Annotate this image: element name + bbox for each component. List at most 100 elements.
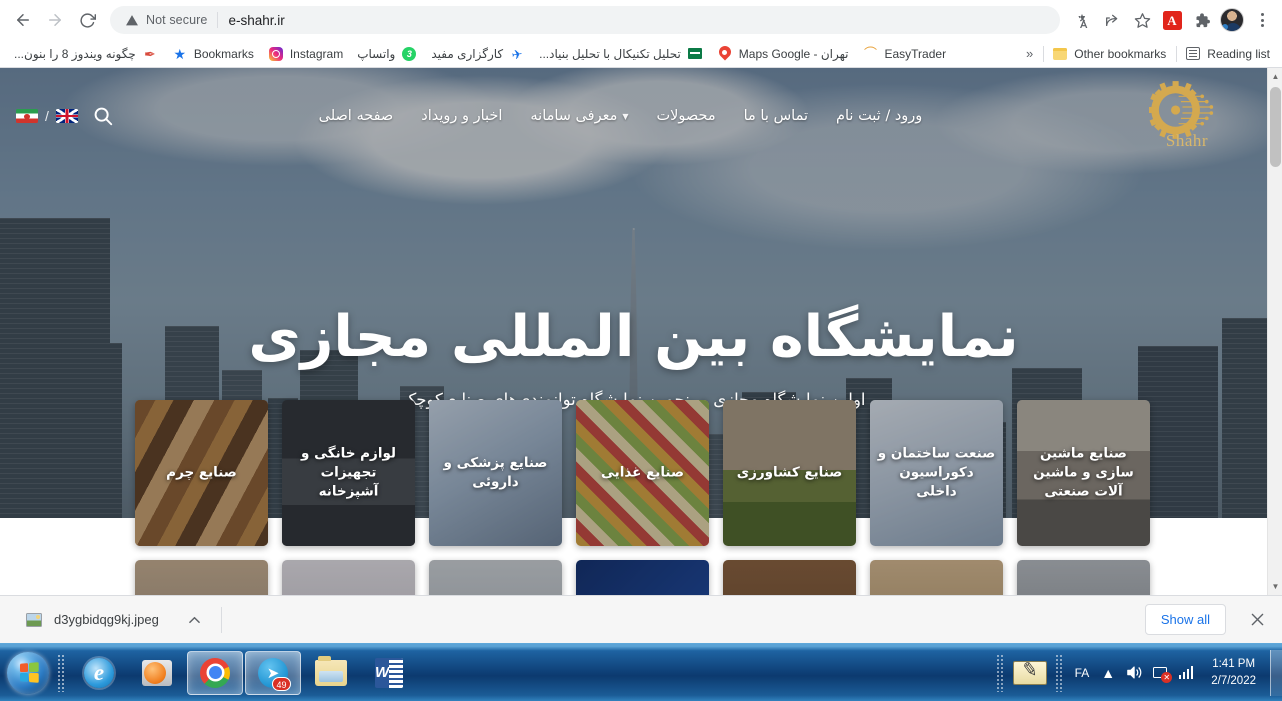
taskbar-app-windows-media-player[interactable] bbox=[129, 651, 185, 695]
start-orb-icon bbox=[7, 652, 49, 694]
category-card-row2[interactable] bbox=[870, 560, 1003, 595]
chrome-menu-icon[interactable] bbox=[1248, 6, 1276, 34]
volume-icon[interactable] bbox=[1121, 654, 1147, 692]
bookmark-item[interactable]: Maps Google - تهران bbox=[711, 43, 857, 65]
other-bookmarks-button[interactable]: Other bookmarks bbox=[1046, 43, 1174, 65]
instagram-favicon bbox=[268, 46, 284, 62]
taskbar-app-internet-explorer[interactable]: e bbox=[71, 651, 127, 695]
nav-label: ورود / ثبت نام bbox=[836, 108, 922, 124]
category-label: لوازم خانگی و تجهیزات آشپزخانه bbox=[289, 444, 408, 501]
nav-item-contact-us[interactable]: تماس با ما bbox=[730, 102, 822, 130]
taskbar-app-google-chrome[interactable] bbox=[187, 651, 243, 695]
bookmark-item[interactable]: تحلیل تکنیکال با تحلیل بنیاد... bbox=[533, 43, 711, 65]
category-card-row2[interactable] bbox=[1017, 560, 1150, 595]
card-overlay bbox=[282, 560, 415, 595]
bookmark-item[interactable]: 3 واتساپ bbox=[351, 43, 425, 65]
nav-item-home[interactable]: صفحه اصلی bbox=[305, 102, 408, 130]
category-card-construction[interactable]: صنعت ساختمان و دکوراسیون داخلی bbox=[870, 400, 1003, 546]
adobe-acrobat-icon[interactable]: A bbox=[1158, 6, 1186, 34]
category-label: صنایع چرم bbox=[142, 463, 261, 482]
page-title: نمایشگاه بین المللی مجازی bbox=[0, 306, 1267, 370]
search-icon[interactable] bbox=[92, 105, 114, 127]
nav-item-about-system[interactable]: ▼ معرفی سامانه bbox=[516, 102, 642, 130]
category-card-row2[interactable] bbox=[282, 560, 415, 595]
show-all-button[interactable]: Show all bbox=[1145, 604, 1226, 635]
back-button[interactable] bbox=[8, 5, 38, 35]
nav-item-news-events[interactable]: اخبار و رویداد bbox=[407, 102, 516, 130]
website-e-shahr: / صفحه اصلی اخبار و رویداد ▼ معرفی سام bbox=[0, 68, 1267, 595]
logo-wordmark: Shahr bbox=[1166, 131, 1208, 151]
tray-grip[interactable] bbox=[996, 654, 1005, 692]
reading-list-label: Reading list bbox=[1207, 47, 1270, 61]
red-swoosh-favicon: ✒ bbox=[142, 46, 158, 62]
avatar-image bbox=[1220, 8, 1244, 32]
bookmarks-overflow-button[interactable]: » bbox=[1018, 46, 1041, 61]
category-card-leather[interactable]: صنایع چرم bbox=[135, 400, 268, 546]
scrollbar-thumb[interactable] bbox=[1270, 87, 1281, 167]
category-label: صنایع ماشین سازی و ماشین آلات صنعتی bbox=[1024, 444, 1143, 501]
category-card-row2[interactable] bbox=[723, 560, 856, 595]
category-card-row2[interactable] bbox=[576, 560, 709, 595]
category-card-row2[interactable] bbox=[135, 560, 268, 595]
download-file-name: d3ygbidqg9kj.jpeg bbox=[54, 612, 159, 627]
taskbar-app-telegram[interactable]: ➤ 49 bbox=[245, 651, 301, 695]
image-thumb-icon bbox=[26, 613, 42, 627]
chevron-up-icon[interactable] bbox=[183, 608, 207, 632]
category-card-machinery[interactable]: صنایع ماشین سازی و ماشین آلات صنعتی bbox=[1017, 400, 1150, 546]
show-desktop-button[interactable] bbox=[1270, 650, 1282, 696]
bookmark-star-icon[interactable] bbox=[1128, 6, 1156, 34]
category-card-row2[interactable] bbox=[429, 560, 562, 595]
bookmark-item[interactable]: ⌒ EasyTrader bbox=[856, 43, 954, 65]
telegram-unread-badge: 49 bbox=[272, 677, 291, 691]
share-icon[interactable] bbox=[1098, 6, 1126, 34]
green-square-favicon bbox=[687, 46, 703, 62]
omnibox-divider bbox=[217, 12, 218, 28]
language-indicator[interactable]: FA bbox=[1069, 666, 1096, 680]
uk-flag-icon[interactable] bbox=[56, 109, 78, 123]
not-secure-warning-icon[interactable] bbox=[124, 13, 139, 27]
scroll-down-arrow[interactable]: ▼ bbox=[1268, 578, 1282, 595]
reading-list-icon bbox=[1185, 46, 1201, 62]
taskbar-grip[interactable] bbox=[57, 654, 66, 692]
close-icon[interactable] bbox=[1244, 607, 1270, 633]
bookmark-item[interactable]: Instagram bbox=[262, 43, 351, 65]
reading-list-button[interactable]: Reading list bbox=[1179, 43, 1278, 65]
show-hidden-icons-arrow[interactable]: ▲ bbox=[1095, 654, 1121, 692]
network-error-icon[interactable]: ✕ bbox=[1147, 654, 1173, 692]
signal-bars-icon[interactable] bbox=[1173, 654, 1199, 692]
browser-window: Not secure e-shahr.ir A ✒ چگونه ویندوز bbox=[0, 0, 1282, 643]
profile-avatar[interactable] bbox=[1218, 6, 1246, 34]
bookmark-item[interactable]: ✈ کارگزاری مفید bbox=[425, 43, 533, 65]
address-bar[interactable]: Not secure e-shahr.ir bbox=[110, 6, 1060, 34]
windows-start-button[interactable] bbox=[3, 650, 53, 696]
forward-button[interactable] bbox=[40, 5, 70, 35]
taskbar-clock[interactable]: 1:41 PM 2/7/2022 bbox=[1199, 656, 1268, 689]
category-card-agriculture[interactable]: صنایع کشاورزی bbox=[723, 400, 856, 546]
language-switcher[interactable]: / bbox=[16, 108, 78, 124]
windows-taskbar: e ➤ 49 W FA ▲ ✕ bbox=[0, 643, 1282, 701]
bookmark-item[interactable]: ★ Bookmarks bbox=[166, 43, 262, 65]
bookmark-item[interactable]: ✒ چگونه ویندوز 8 را بنون... bbox=[8, 43, 166, 65]
download-item[interactable]: d3ygbidqg9kj.jpeg bbox=[12, 606, 165, 633]
category-card-home-appliances[interactable]: لوازم خانگی و تجهیزات آشپزخانه bbox=[282, 400, 415, 546]
category-card-food[interactable]: صنایع غذایی bbox=[576, 400, 709, 546]
reload-button[interactable] bbox=[72, 5, 102, 35]
nav-item-login-register[interactable]: ورود / ثبت نام bbox=[822, 102, 936, 130]
extensions-puzzle-icon[interactable] bbox=[1188, 6, 1216, 34]
card-overlay bbox=[576, 560, 709, 595]
translate-icon[interactable] bbox=[1068, 6, 1096, 34]
nav-item-products[interactable]: محصولات bbox=[643, 102, 730, 130]
taskbar-app-windows-explorer[interactable] bbox=[303, 651, 359, 695]
blue-plane-favicon: ✈ bbox=[508, 44, 527, 63]
bookmark-label: Maps Google - تهران bbox=[739, 47, 849, 61]
security-status-label: Not secure bbox=[146, 13, 207, 27]
scroll-up-arrow[interactable]: ▲ bbox=[1268, 68, 1282, 85]
taskbar-app-microsoft-word[interactable]: W bbox=[361, 651, 417, 695]
site-logo[interactable]: Shahr bbox=[1127, 81, 1247, 151]
page-scrollbar[interactable]: ▲ ▼ bbox=[1267, 68, 1282, 595]
tray-grip[interactable] bbox=[1055, 654, 1064, 692]
tablet-pc-input-panel-icon[interactable] bbox=[1010, 654, 1050, 692]
category-card-medical[interactable]: صنایع پزشکی و داروئی bbox=[429, 400, 562, 546]
chevron-down-icon: ▼ bbox=[622, 112, 628, 121]
iran-flag-icon[interactable] bbox=[16, 109, 38, 123]
